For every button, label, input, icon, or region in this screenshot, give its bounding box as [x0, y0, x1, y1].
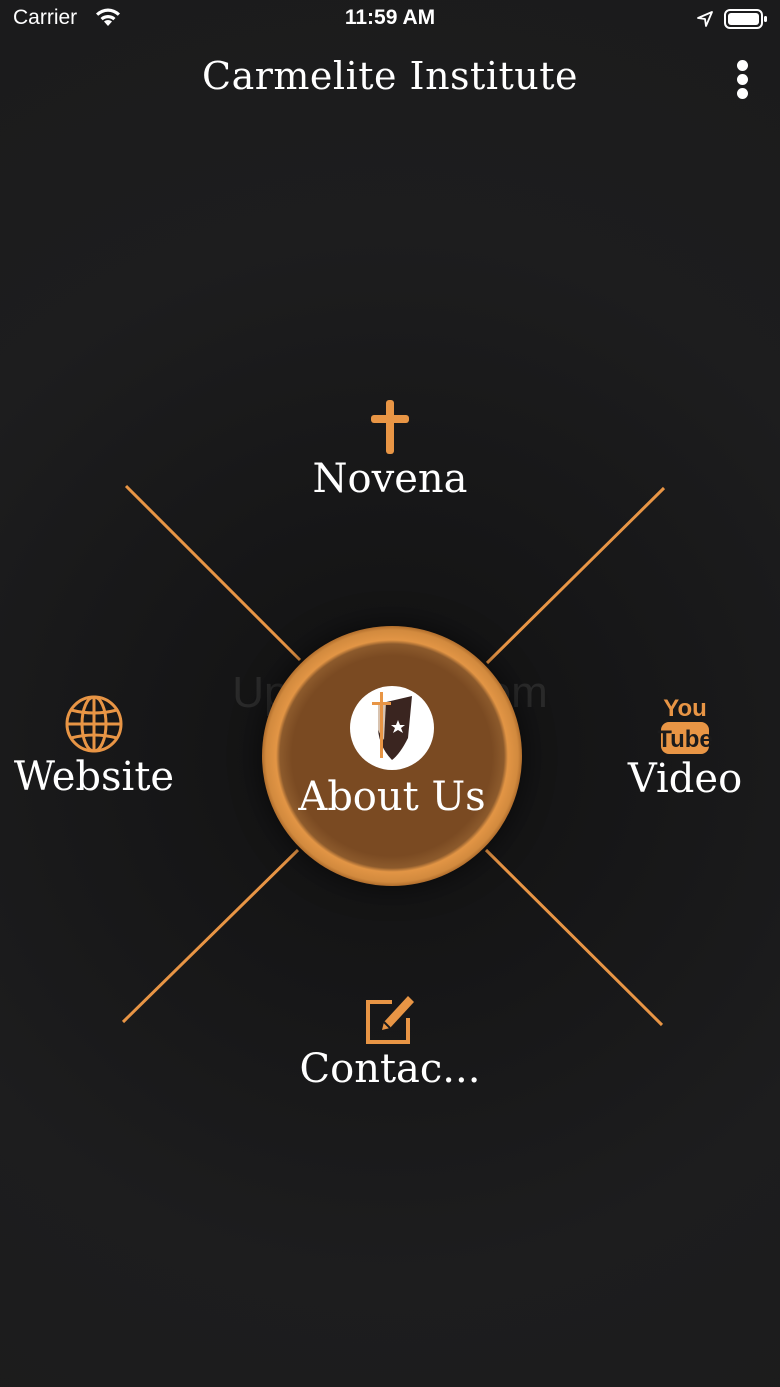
- menu-item-video[interactable]: You Tube Video: [610, 692, 760, 802]
- carmelite-logo: [350, 686, 434, 770]
- battery-icon: [724, 9, 767, 29]
- cross-icon: [371, 400, 409, 454]
- svg-text:Tube: Tube: [657, 726, 713, 753]
- menu-label-video: Video: [627, 756, 743, 802]
- app-screen: Carrier 11:59 AM Carmelite Institute Nov…: [0, 0, 780, 1387]
- status-bar: Carrier 11:59 AM: [0, 0, 780, 40]
- menu-item-novena[interactable]: Novena: [290, 398, 490, 502]
- about-us-label: About Us: [298, 774, 486, 820]
- more-options-button[interactable]: [727, 58, 757, 102]
- globe-icon: [65, 695, 123, 753]
- menu-label-website: Website: [13, 754, 175, 800]
- about-us-button[interactable]: About Us: [262, 626, 522, 886]
- menu-item-website[interactable]: Website: [0, 694, 188, 800]
- location-arrow-icon: [697, 11, 713, 27]
- more-dot-icon: [736, 88, 748, 99]
- clock: 11:59 AM: [344, 6, 436, 29]
- edit-icon: [366, 996, 414, 1044]
- page-title: Carmelite Institute: [202, 54, 578, 98]
- menu-label-novena: Novena: [312, 456, 468, 502]
- more-dot-icon: [736, 60, 748, 71]
- more-dot-icon: [736, 74, 748, 85]
- youtube-icon: You Tube: [657, 695, 713, 754]
- menu-item-contact[interactable]: Contac...: [280, 990, 500, 1092]
- carmelite-shield-icon: [372, 692, 412, 760]
- menu-label-contact: Contac...: [299, 1046, 481, 1092]
- svg-text:You: You: [663, 695, 707, 722]
